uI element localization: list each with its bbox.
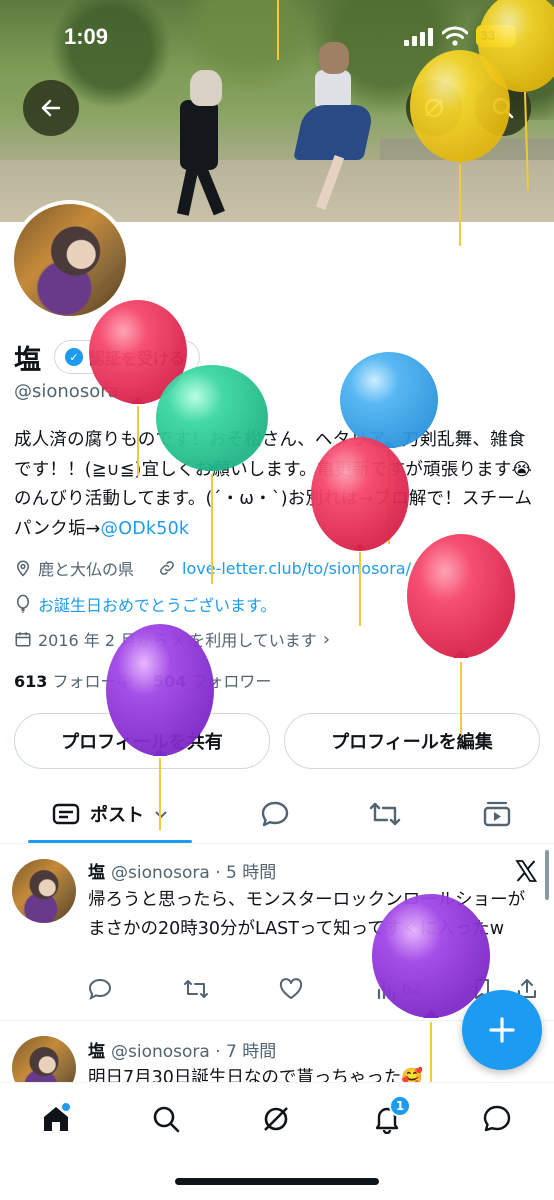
search-button[interactable]	[475, 80, 531, 136]
get-verified-label: 認証を受ける	[89, 349, 186, 368]
repost-icon	[184, 980, 208, 998]
post-avatar[interactable]	[12, 859, 76, 923]
post-header: 塩 @sionosora · 5 時間	[88, 863, 277, 883]
get-verified-button[interactable]: ✓ 認証を受ける	[54, 340, 201, 374]
grok-icon	[424, 98, 444, 118]
tab-reposts[interactable]	[358, 786, 412, 842]
posts-icon	[52, 803, 80, 825]
following-count: 613	[14, 672, 48, 691]
post-header: 塩 @sionosora · 7 時間	[88, 1042, 277, 1062]
home-indicator	[175, 1178, 379, 1185]
home-unread-dot	[62, 1103, 70, 1111]
edit-profile-button[interactable]: プロフィールを編集	[284, 713, 540, 769]
follow-counts: 613 フォロー中 504 フォロワー	[14, 668, 271, 692]
replies-icon	[261, 801, 289, 827]
status-time: 1:09	[64, 24, 109, 49]
profile-website-link[interactable]: love-letter.club/to/sionosora/	[182, 559, 411, 578]
nav-search[interactable]	[146, 1101, 186, 1137]
calendar-icon	[15, 632, 31, 647]
search-icon	[153, 1106, 180, 1133]
like-icon	[279, 978, 303, 999]
post-avatar[interactable]	[12, 1036, 76, 1082]
scrollbar[interactable]	[545, 850, 549, 900]
location-icon	[16, 560, 30, 577]
nav-grok[interactable]	[256, 1101, 296, 1137]
post-time: 5 時間	[226, 863, 277, 883]
following-label: フォロー中	[52, 672, 133, 691]
profile-location: 鹿と大仏の県	[38, 560, 135, 579]
balloon-red	[407, 534, 515, 734]
nav-home[interactable]	[36, 1101, 76, 1137]
like-button[interactable]	[279, 978, 303, 1000]
search-icon	[492, 97, 514, 119]
post-text: 明日7月30日誕生日なので貰っちゃった🥰	[88, 1068, 424, 1082]
bio-text: 成人済の腐りものです！おそ松さん、ヘタリア、刀剣乱舞、雑食です！！(≧∪≦)宜し…	[14, 430, 533, 539]
media-icon	[483, 801, 511, 827]
repost-button[interactable]	[183, 978, 209, 1000]
post-author-name: 塩	[88, 1042, 105, 1062]
tab-media[interactable]	[470, 786, 524, 842]
following-link[interactable]: 613 フォロー中	[14, 672, 133, 691]
profile-joined: 2016 年 2 月から X を利用しています	[38, 631, 317, 650]
views-icon	[377, 980, 396, 1000]
bio-mention-link[interactable]: @ODk50k	[101, 519, 190, 539]
post-time: 7 時間	[226, 1042, 277, 1062]
battery-indicator: 33⚡	[476, 25, 516, 47]
x-logo-icon	[515, 860, 538, 882]
profile-avatar[interactable]	[10, 200, 130, 320]
profile-birthday-row: お誕生日おめでとうございます。	[14, 592, 276, 616]
followers-label: フォロワー	[191, 672, 272, 691]
profile-birthday: お誕生日おめでとうございます。	[38, 596, 277, 615]
banner-person-1	[160, 70, 240, 220]
reply-button[interactable]	[88, 978, 112, 1000]
verified-check-icon: ✓	[65, 348, 83, 366]
messages-icon	[483, 1105, 511, 1132]
cellular-signal-icon	[404, 28, 434, 46]
tab-posts[interactable]: ポスト	[28, 786, 192, 842]
chevron-right-icon: ›	[322, 628, 331, 650]
post-actions: 62	[88, 978, 538, 1002]
post-author-handle: @sionosora	[111, 1042, 210, 1062]
post-author-name: 塩	[88, 863, 105, 883]
post-item[interactable]: 塩 @sionosora · 5 時間 帰ろうと思ったら、モンスターロックンロール…	[0, 845, 554, 1021]
back-button[interactable]	[23, 80, 79, 136]
tab-active-indicator	[28, 840, 192, 843]
link-icon	[160, 561, 174, 575]
tab-replies[interactable]	[248, 786, 302, 842]
grok-button[interactable]	[406, 80, 462, 136]
post-author-handle: @sionosora	[111, 863, 210, 883]
profile-joined-row[interactable]: 2016 年 2 月から X を利用しています ›	[14, 627, 330, 651]
status-bar: 1:09 33⚡	[0, 0, 554, 72]
notifications-badge: 1	[389, 1095, 411, 1117]
plus-icon	[489, 1017, 515, 1043]
wifi-icon	[442, 26, 468, 46]
profile-bio: 成人済の腐りものです！おそ松さん、ヘタリア、刀剣乱舞、雑食です！！(≧∪≦)宜し…	[14, 426, 534, 544]
profile-tabs: ポスト	[0, 786, 554, 844]
profile-name: 塩	[14, 345, 41, 376]
tab-posts-label: ポスト	[90, 805, 144, 826]
followers-link[interactable]: 504 フォロワー	[153, 672, 272, 691]
grok-icon	[264, 1107, 288, 1131]
views-button[interactable]: 62	[376, 978, 421, 1000]
views-count: 62	[402, 980, 422, 998]
chevron-down-icon	[155, 811, 167, 819]
profile-handle: @sionosora	[14, 381, 119, 402]
share-profile-button[interactable]: プロフィールを共有	[14, 713, 270, 769]
balloon-icon	[17, 594, 29, 613]
post-text: 帰ろうと思ったら、モンスターロックンロールショーがまさかの20時30分がLAST…	[88, 890, 526, 939]
reposts-icon	[369, 802, 401, 826]
nav-notifications[interactable]: 1	[367, 1095, 411, 1137]
reply-icon	[88, 978, 112, 1000]
nav-messages[interactable]	[477, 1101, 517, 1137]
followers-count: 504	[152, 672, 187, 691]
compose-post-button[interactable]	[462, 990, 542, 1070]
profile-meta-row: 鹿と大仏の県 love-letter.club/to/sionosora/	[14, 556, 411, 580]
back-arrow-icon	[41, 99, 61, 117]
